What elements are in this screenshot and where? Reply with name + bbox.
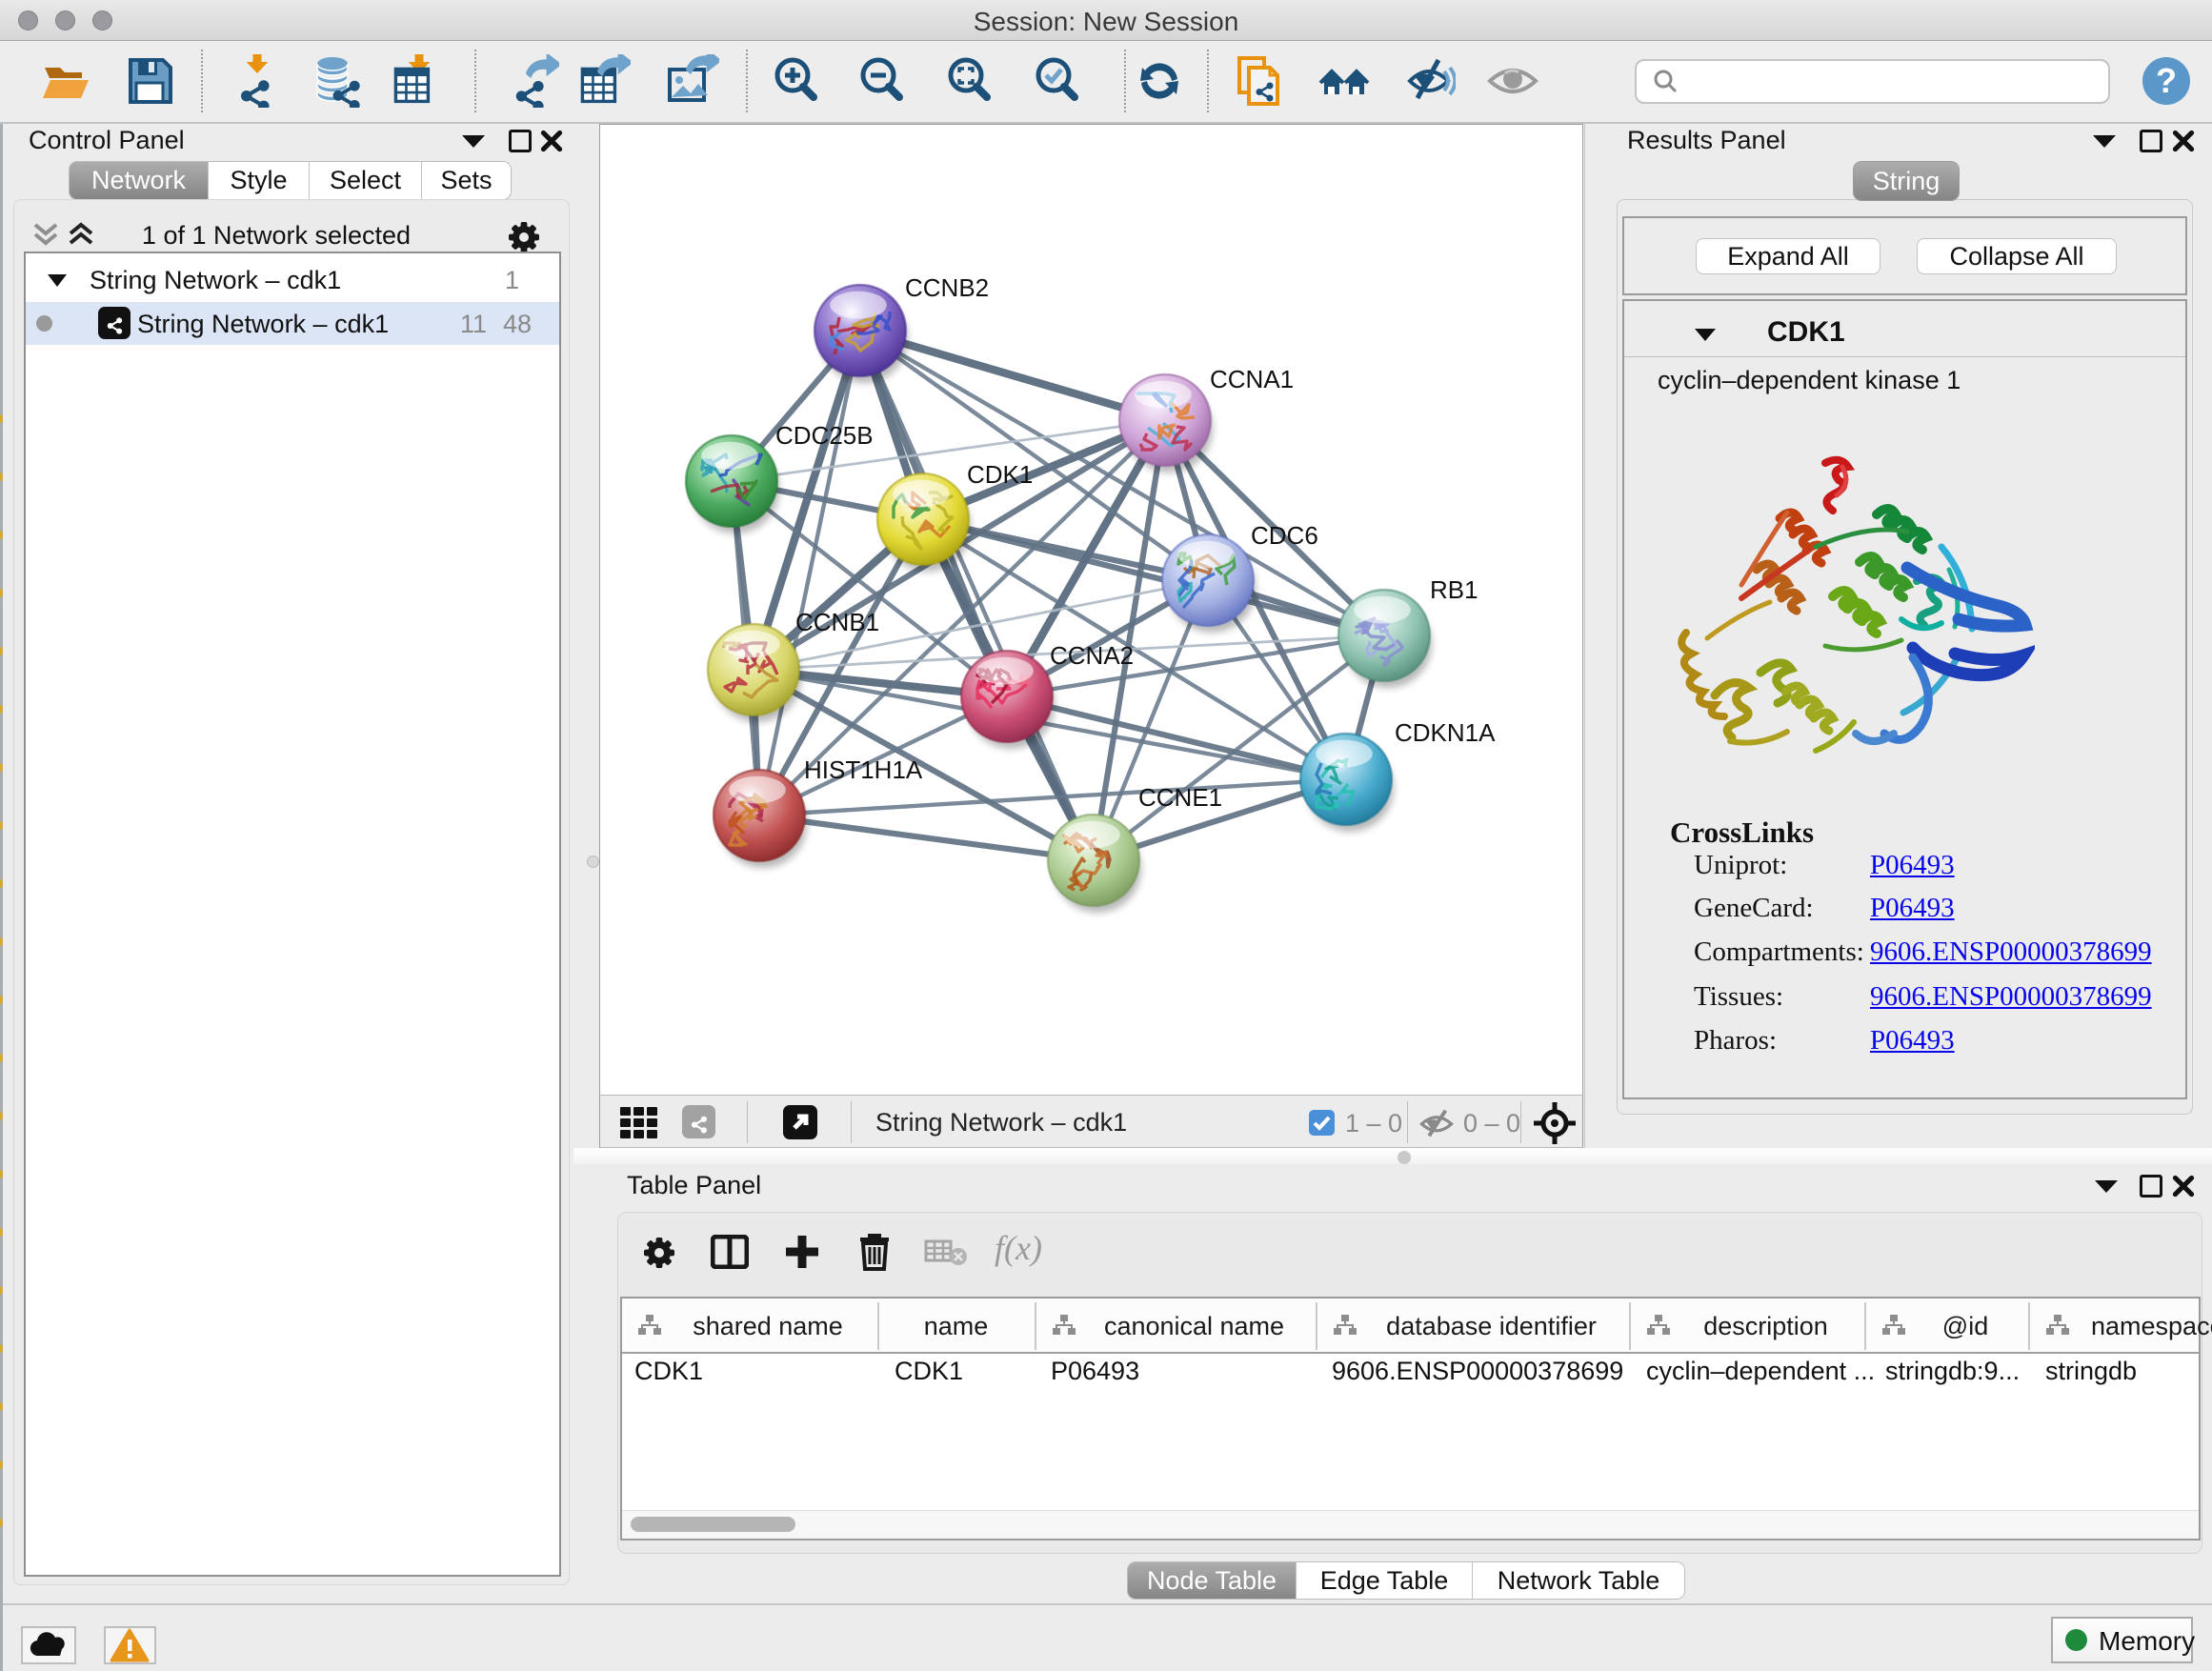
svg-text:CDKN1A: CDKN1A	[1395, 718, 1496, 747]
svg-text:CCNB1: CCNB1	[795, 608, 879, 636]
svg-text:CDC6: CDC6	[1251, 521, 1318, 550]
svg-text:HIST1H1A: HIST1H1A	[804, 755, 923, 784]
svg-text:CCNA1: CCNA1	[1210, 365, 1294, 393]
svg-text:CDC25B: CDC25B	[775, 421, 874, 450]
svg-text:CCNA2: CCNA2	[1050, 641, 1134, 670]
svg-text:?: ?	[2156, 61, 2177, 100]
svg-text:CCNB2: CCNB2	[905, 273, 989, 302]
svg-text:CCNE1: CCNE1	[1138, 783, 1222, 812]
svg-text:CDK1: CDK1	[967, 460, 1033, 489]
svg-text:RB1: RB1	[1430, 575, 1478, 604]
